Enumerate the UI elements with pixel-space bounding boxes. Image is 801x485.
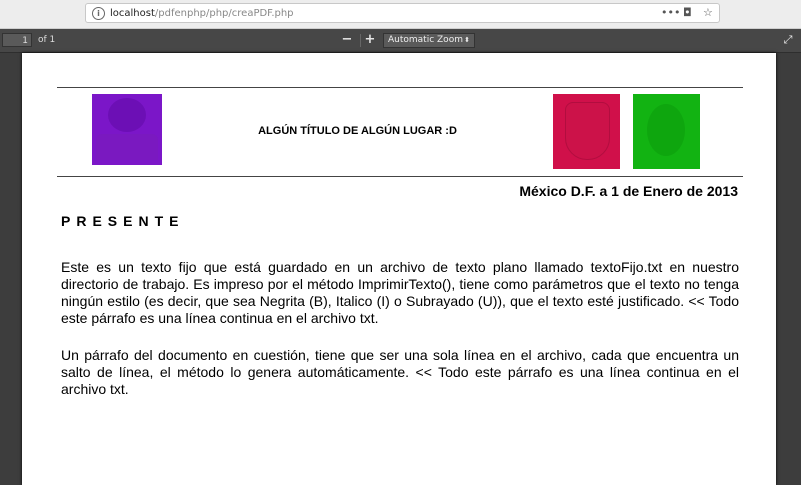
browser-toolbar: i localhost/pdfenphp/php/creaPDF.php •••… [0, 0, 801, 29]
paragraph-2: Un párrafo del documento en cuestión, ti… [61, 347, 739, 397]
ellipsis-icon[interactable]: ••• [661, 6, 680, 20]
document-title: ALGÚN TÍTULO DE ALGÚN LUGAR :D [258, 125, 457, 137]
shield-icon [565, 102, 610, 160]
logo-left-emblem [108, 98, 146, 132]
url-host: localhost [110, 8, 155, 19]
url-bar[interactable]: i localhost/pdfenphp/php/creaPDF.php •••… [85, 3, 720, 23]
page-count: of 1 [38, 35, 56, 45]
header-bottom-rule [57, 176, 743, 177]
zoom-out-button[interactable]: − [338, 32, 356, 48]
logo-green [633, 94, 700, 169]
paragraph-1: Este es un texto fijo que está guardado … [61, 259, 739, 326]
logo-red [553, 94, 620, 169]
url-text[interactable]: localhost/pdfenphp/php/creaPDF.php [110, 7, 294, 20]
zoom-in-button[interactable]: + [361, 32, 379, 48]
pocket-icon[interactable]: ◘ [683, 6, 692, 20]
url-path: /pdfenphp/php/creaPDF.php [154, 8, 294, 19]
chevron-updown-icon: ⬍ [464, 36, 470, 44]
date-line: México D.F. a 1 de Enero de 2013 [519, 183, 738, 199]
page-number-input[interactable]: 1 [2, 33, 32, 47]
logo-left [92, 94, 162, 165]
pdf-toolbar: 1 of 1 − + Automatic Zoom ⬍ ⤢ [0, 29, 801, 53]
star-icon[interactable]: ☆ [703, 6, 713, 20]
zoom-label: Automatic Zoom [388, 35, 463, 45]
header-top-rule [57, 87, 743, 88]
info-icon[interactable]: i [92, 7, 105, 20]
pdf-page: ALGÚN TÍTULO DE ALGÚN LUGAR :D México D.… [22, 53, 776, 485]
fullscreen-icon[interactable]: ⤢ [781, 33, 795, 47]
zoom-select[interactable]: Automatic Zoom ⬍ [383, 33, 475, 48]
logo-left-base [96, 134, 158, 160]
seal-icon [647, 104, 685, 156]
salutation: PRESENTE [61, 213, 185, 229]
